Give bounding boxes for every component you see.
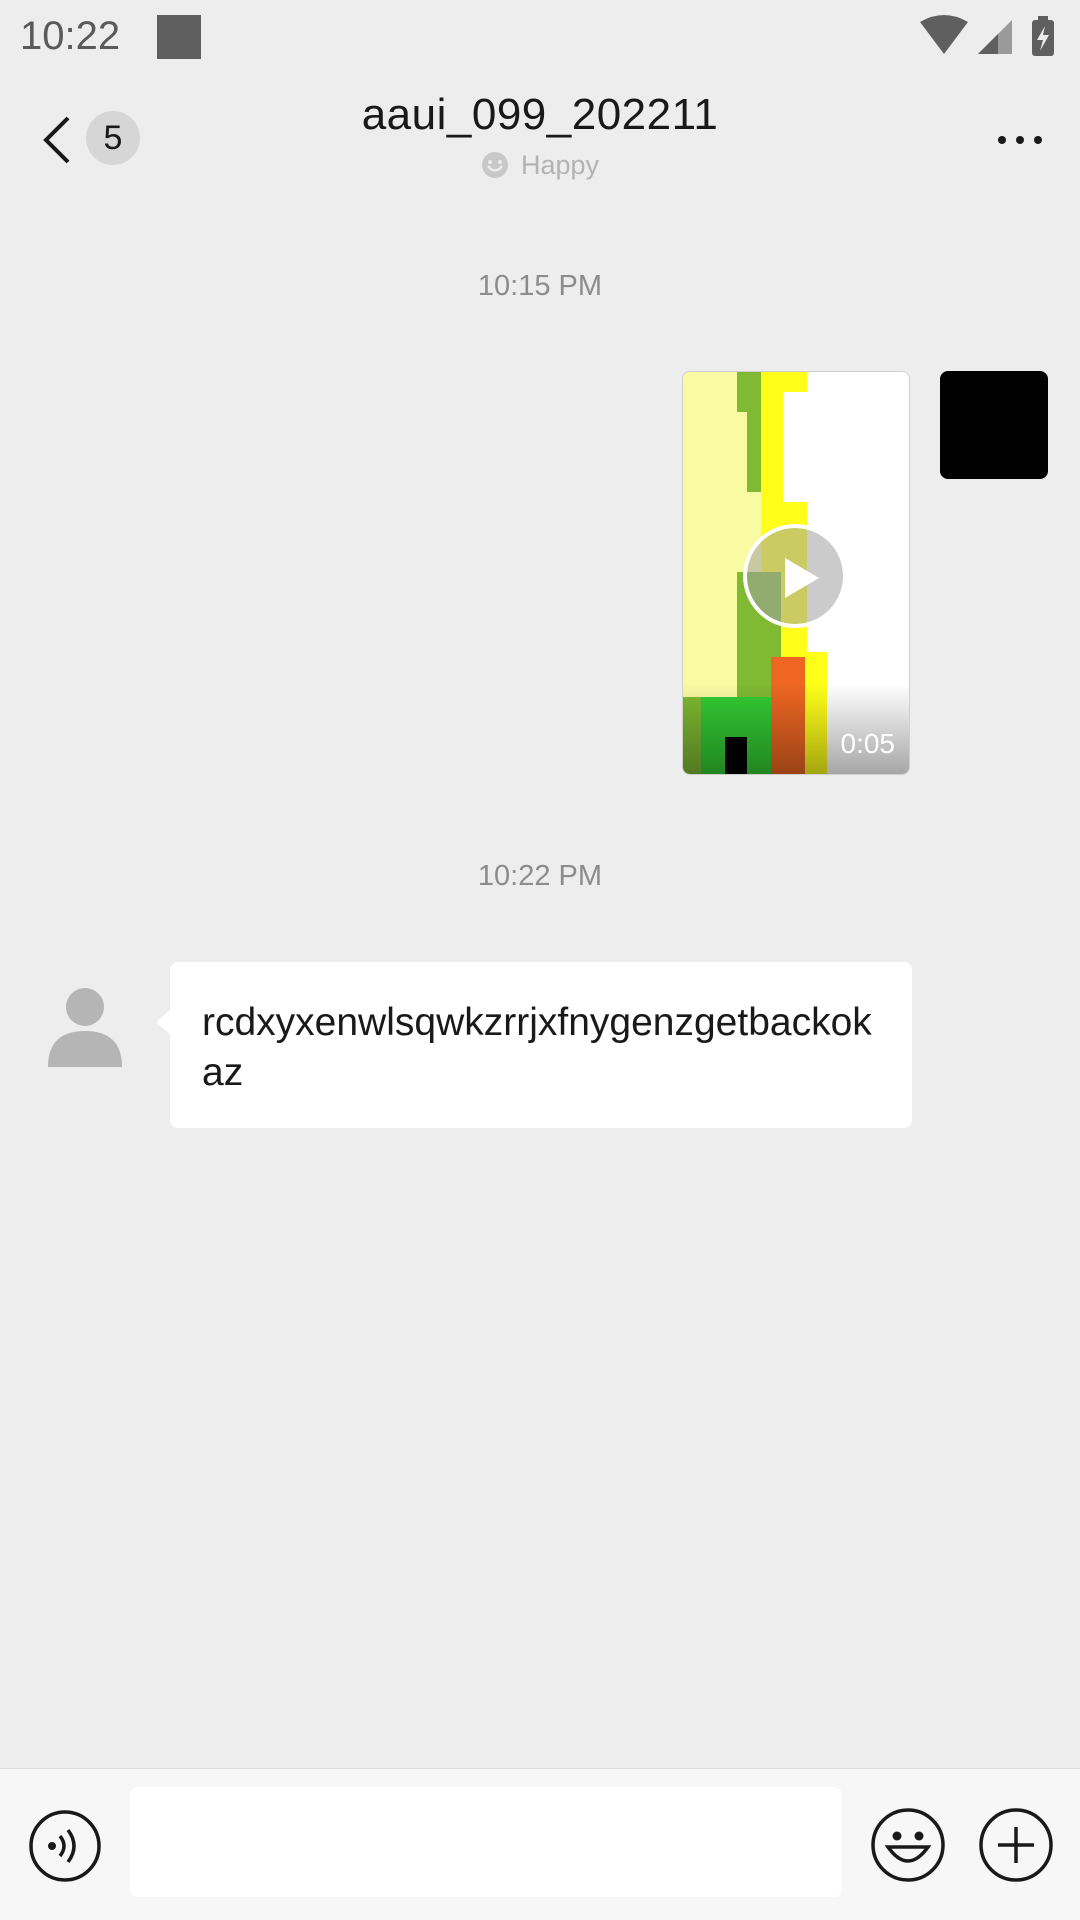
input-bar (0, 1768, 1080, 1920)
incoming-message-bubble[interactable]: rcdxyxenwlsqwkzrrjxfnygenzgetbackokaz (156, 962, 912, 1128)
video-message[interactable]: 0:05 (682, 371, 910, 775)
play-button[interactable] (743, 524, 847, 628)
signal-icon (978, 20, 1012, 54)
status-icons (920, 14, 1060, 60)
chat-title: aaui_099_202211 (361, 90, 719, 139)
notification-square-icon (157, 15, 201, 59)
chat-header: 5 aaui_099_202211 Happy (0, 76, 1080, 196)
status-bar: 10:22 (0, 0, 1080, 76)
my-avatar[interactable] (940, 371, 1048, 479)
voice-icon[interactable] (28, 1809, 102, 1883)
emoji-icon[interactable] (870, 1807, 946, 1883)
message-input[interactable] (130, 1787, 842, 1897)
status-text: Happy (520, 150, 600, 180)
more-dots-icon (998, 136, 1006, 144)
message-timestamp: 10:15 PM (477, 270, 603, 302)
plus-icon[interactable] (978, 1807, 1054, 1883)
contact-avatar[interactable] (40, 977, 130, 1067)
wifi-icon (920, 15, 968, 54)
status-time: 10:22 (20, 14, 121, 58)
battery-charging-icon (1032, 16, 1054, 56)
contact-status: Happy (0, 150, 1080, 181)
smiley-icon (481, 151, 508, 178)
more-options-button[interactable] (990, 116, 1050, 166)
video-duration: 0:05 (840, 728, 896, 759)
message-timestamp: 10:22 PM (477, 860, 603, 892)
